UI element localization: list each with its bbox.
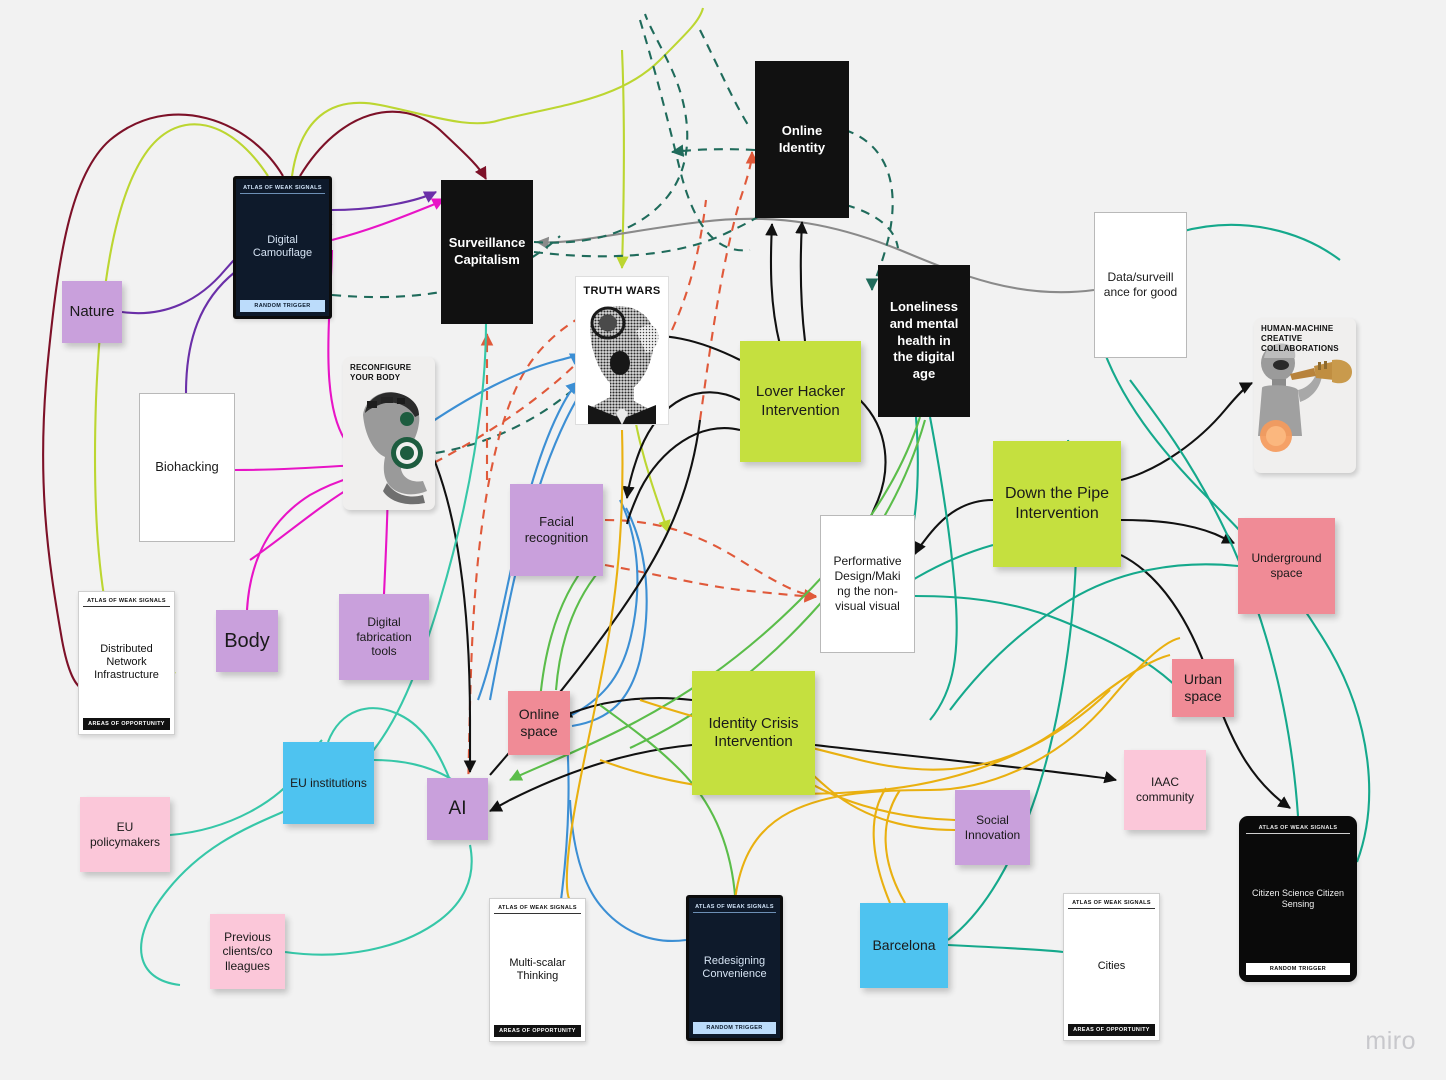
image-card-truth-wars[interactable]: TRUTH WARS [575,276,669,425]
white-box-performative-design[interactable]: Performative Design/Maki ng the non- vis… [820,515,915,653]
atlas-card-title: Distributed Network Infrastructure [94,643,159,681]
sticky-note-nature[interactable]: Nature [62,281,122,343]
sticky-note-lover-hacker-intervention[interactable]: Lover Hacker Intervention [740,341,861,462]
atlas-card-footer: AREAS OF OPPORTUNITY [494,1025,581,1037]
sticky-note-facial-recognition[interactable]: Facial recognition [510,484,603,576]
miro-watermark: miro [1365,1027,1416,1055]
atlas-card-title: Cities [1097,960,1126,973]
sticky-note-eu-policymakers[interactable]: EU policymakers [80,797,170,872]
image-card-caption: TRUTH WARS [583,285,661,297]
sticky-note-urban-space[interactable]: Urban space [1172,659,1234,717]
sticky-note-label: Nature [69,302,115,320]
sticky-note-label: Body [224,629,270,652]
atlas-card-header: ATLAS OF WEAK SIGNALS [240,182,325,194]
sticky-note-label: Lover Hacker Intervention [755,383,846,419]
black-box-label: Online Identity [778,122,826,155]
atlas-card-footer: RANDOM TRIGGER [1246,963,1350,975]
sticky-note-label: Social Innovation [964,812,1021,842]
sticky-note-label: AI [448,798,467,820]
atlas-card-title: Multi-scalar Thinking [509,956,566,982]
atlas-card-footer: AREAS OF OPPORTUNITY [1068,1024,1155,1036]
sticky-note-eu-institutions[interactable]: EU institutions [283,742,374,824]
black-box-label: Surveillance Capitalism [448,235,526,267]
sticky-note-label: Urban space [1183,670,1223,704]
black-box-loneliness-mental-health[interactable]: Loneliness and mental health in the digi… [878,265,970,417]
sticky-note-online-space[interactable]: Online space [508,691,570,755]
atlas-card-cities[interactable]: ATLAS OF WEAK SIGNALS Cities AREAS OF OP… [1063,893,1160,1041]
white-box-biohacking[interactable]: Biohacking [139,393,235,542]
sticky-note-label: Facial recognition [524,514,589,545]
sticky-note-label: Previous clients/co lleagues [222,929,273,973]
atlas-card-header: ATLAS OF WEAK SIGNALS [83,595,170,607]
sticky-note-down-the-pipe-intervention[interactable]: Down the Pipe Intervention [993,441,1121,567]
sticky-note-label: IAAC community [1135,775,1194,804]
atlas-card-distributed-network-infrastructure[interactable]: ATLAS OF WEAK SIGNALS Distributed Networ… [78,591,175,735]
white-box-label: Performative Design/Maki ng the non- vis… [833,554,902,613]
atlas-card-title: Digital Camouflage [252,234,313,259]
atlas-card-digital-camouflage[interactable]: ATLAS OF WEAK SIGNALS Digital Camouflage… [233,176,332,319]
white-box-data-surveillance-for-good[interactable]: Data/surveill ance for good [1094,212,1187,358]
atlas-card-title: Redesigning Convenience [702,954,767,980]
atlas-card-header: ATLAS OF WEAK SIGNALS [1246,822,1350,834]
atlas-card-header: ATLAS OF WEAK SIGNALS [1068,897,1155,909]
sticky-note-body[interactable]: Body [216,610,278,672]
atlas-card-footer: RANDOM TRIGGER [240,300,325,312]
atlas-card-footer: RANDOM TRIGGER [693,1022,776,1034]
white-box-label: Biohacking [155,459,219,475]
image-card-human-machine-creative-collaborations[interactable]: HUMAN-MACHINE CREATIVE COLLABORATIONS [1254,318,1356,473]
sticky-note-identity-crisis-intervention[interactable]: Identity Crisis Intervention [692,671,815,795]
black-box-label: Loneliness and mental health in the digi… [889,299,959,381]
sticky-note-digital-fabrication-tools[interactable]: Digital fabrication tools [339,594,429,680]
atlas-card-header: ATLAS OF WEAK SIGNALS [693,901,776,913]
sticky-note-iaac-community[interactable]: IAAC community [1124,750,1206,830]
atlas-card-citizen-science-citizen-sensing[interactable]: ATLAS OF WEAK SIGNALS Citizen Science Ci… [1239,816,1357,982]
atlas-card-header: ATLAS OF WEAK SIGNALS [494,902,581,914]
sticky-note-label: Digital fabrication tools [356,615,412,659]
sticky-note-previous-clients-colleagues[interactable]: Previous clients/co lleagues [210,914,285,989]
atlas-card-redesigning-convenience[interactable]: ATLAS OF WEAK SIGNALS Redesigning Conven… [686,895,783,1041]
black-box-online-identity[interactable]: Online Identity [755,61,849,218]
black-box-surveillance-capitalism[interactable]: Surveillance Capitalism [441,180,533,324]
sticky-note-label: Down the Pipe Intervention [1004,485,1110,522]
atlas-card-multi-scalar-thinking[interactable]: ATLAS OF WEAK SIGNALS Multi-scalar Think… [489,898,586,1042]
miro-board-canvas[interactable]: Online Identity Surveillance Capitalism … [0,0,1446,1080]
atlas-card-title: Citizen Science Citizen Sensing [1251,887,1345,909]
sticky-note-label: Barcelona [872,936,936,953]
sticky-note-underground-space[interactable]: Underground space [1238,518,1335,614]
sticky-note-label: Online space [518,705,560,739]
sticky-note-label: EU policymakers [89,819,161,849]
atlas-card-footer: AREAS OF OPPORTUNITY [83,718,170,730]
image-card-reconfigure-your-body[interactable]: RECONFIGURE YOUR BODY [343,357,435,510]
sticky-note-label: EU institutions [290,775,367,790]
halftone-portrait-illustration [576,301,668,424]
sticky-note-barcelona[interactable]: Barcelona [860,903,948,988]
sticky-note-label: Identity Crisis Intervention [708,714,799,750]
sticky-note-label: Underground space [1251,551,1322,580]
sticky-note-social-innovation[interactable]: Social Innovation [955,790,1030,865]
image-card-caption: HUMAN-MACHINE CREATIVE COLLABORATIONS [1261,324,1339,353]
image-card-caption: RECONFIGURE YOUR BODY [350,363,412,382]
sticky-note-ai[interactable]: AI [427,778,488,840]
white-box-label: Data/surveill ance for good [1103,270,1178,299]
